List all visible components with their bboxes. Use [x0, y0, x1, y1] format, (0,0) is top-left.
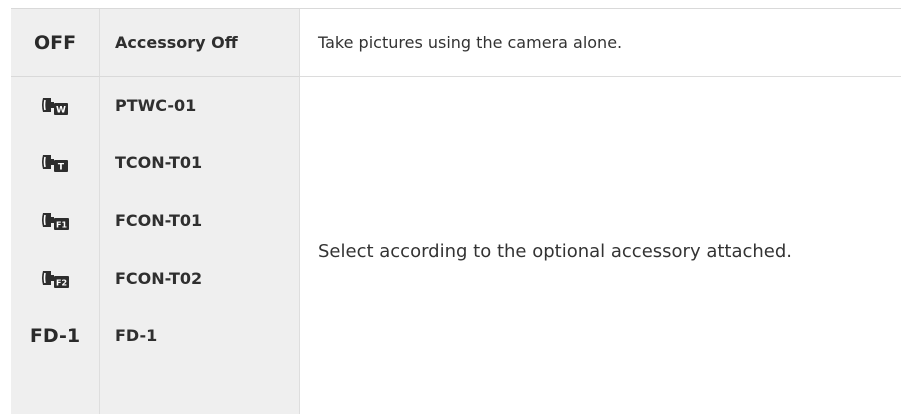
symbol-fcon-t01: F1	[11, 191, 100, 249]
badge-f2: F2	[56, 279, 67, 288]
description-off: Take pictures using the camera alone.	[300, 9, 901, 77]
converter-t-icon: T	[42, 155, 68, 173]
blank-cell	[11, 364, 100, 414]
accessory-name-label: Accessory Off	[115, 33, 238, 52]
accessory-name-off: Accessory Off	[100, 9, 300, 77]
accessory-name-fcon-t02: FCON-T02	[100, 249, 300, 307]
description-accessory: Select according to the optional accesso…	[300, 77, 901, 414]
symbol-ptwc: W	[11, 77, 100, 133]
symbol-tcon: T	[11, 133, 100, 191]
symbol-fcon-t02: F2	[11, 249, 100, 307]
accessory-name-fd1: FD-1	[100, 307, 300, 364]
accessory-name-ptwc: PTWC-01	[100, 77, 300, 133]
accessory-table: OFF Accessory Off Take pictures using th…	[11, 8, 901, 414]
description-off-text: Take pictures using the camera alone.	[318, 33, 623, 52]
converter-f1-icon: F1	[42, 213, 69, 230]
description-accessory-text: Select according to the optional accesso…	[318, 241, 793, 262]
accessory-name-fcon-t01: FCON-T01	[100, 191, 300, 249]
accessory-name-label: FCON-T02	[115, 268, 203, 288]
symbol-off: OFF	[11, 9, 100, 77]
accessory-name-label: PTWC-01	[115, 95, 197, 115]
accessory-name-label: TCON-T01	[115, 152, 203, 172]
accessory-name-label: FCON-T01	[115, 210, 203, 230]
symbol-fd1: FD-1	[11, 307, 100, 364]
accessory-name-tcon: TCON-T01	[100, 133, 300, 191]
blank-cell	[100, 364, 300, 414]
accessory-name-label: FD-1	[115, 326, 158, 345]
symbol-fd1-label: FD-1	[29, 324, 81, 347]
badge-w: W	[56, 106, 66, 116]
badge-f1: F1	[56, 221, 67, 230]
converter-f2-icon: F2	[42, 271, 69, 288]
converter-w-icon: W	[42, 98, 68, 116]
symbol-off-label: OFF	[33, 31, 77, 54]
badge-t: T	[58, 163, 65, 173]
